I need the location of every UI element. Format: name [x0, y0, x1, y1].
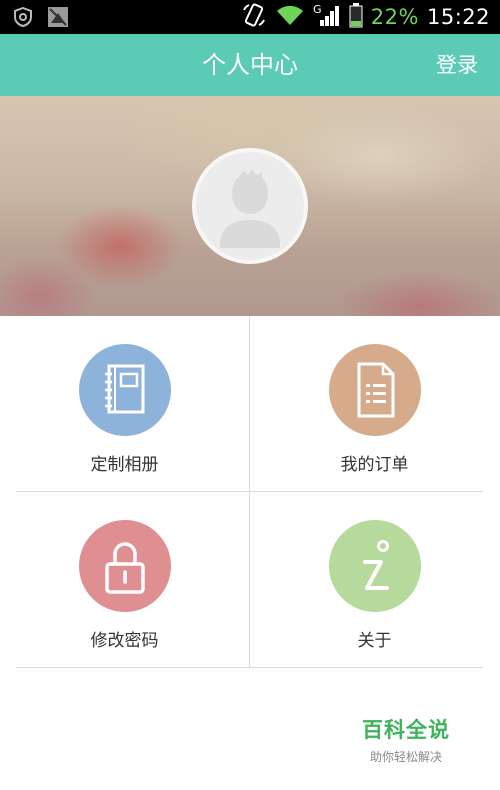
- login-button[interactable]: 登录: [436, 34, 478, 96]
- notebook-icon: [79, 344, 171, 436]
- avatar[interactable]: [192, 148, 308, 264]
- status-bar: G 22% 15:22: [0, 0, 500, 34]
- menu-item-change-password[interactable]: 修改密码: [0, 492, 249, 668]
- svg-text:G: G: [313, 3, 322, 16]
- menu-item-about[interactable]: 关于: [250, 492, 499, 668]
- default-user-avatar-icon: [220, 169, 280, 248]
- title-bar: 个人中心 登录: [0, 34, 500, 96]
- menu-item-my-orders[interactable]: 我的订单: [250, 316, 499, 492]
- watermark-title: 百科全说: [362, 718, 450, 742]
- battery-icon: [349, 2, 363, 32]
- cellular-signal-icon: G: [313, 2, 341, 32]
- watermark: 百科全说 助你轻松解决: [356, 714, 456, 765]
- profile-banner: [0, 96, 500, 316]
- menu-item-label: 关于: [357, 631, 392, 651]
- menu-item-label: 定制相册: [90, 455, 159, 475]
- document-icon: [329, 344, 421, 436]
- menu-item-label: 我的订单: [340, 455, 409, 475]
- menu-grid: 定制相册 我的订单 修改密码 关于: [0, 316, 500, 668]
- page-title: 个人中心: [202, 51, 298, 79]
- wifi-icon: [275, 3, 305, 31]
- rotate-phone-icon: [241, 2, 267, 32]
- menu-item-custom-album[interactable]: 定制相册: [0, 316, 249, 492]
- info-icon: [329, 520, 421, 612]
- watermark-subtitle: 助你轻松解决: [369, 750, 442, 764]
- lock-icon: [79, 520, 171, 612]
- menu-item-label: 修改密码: [90, 631, 159, 651]
- clock: 15:22: [426, 5, 490, 29]
- image-notification-icon: [46, 5, 70, 33]
- battery-percent: 22%: [370, 5, 419, 29]
- shield-icon: [12, 6, 34, 32]
